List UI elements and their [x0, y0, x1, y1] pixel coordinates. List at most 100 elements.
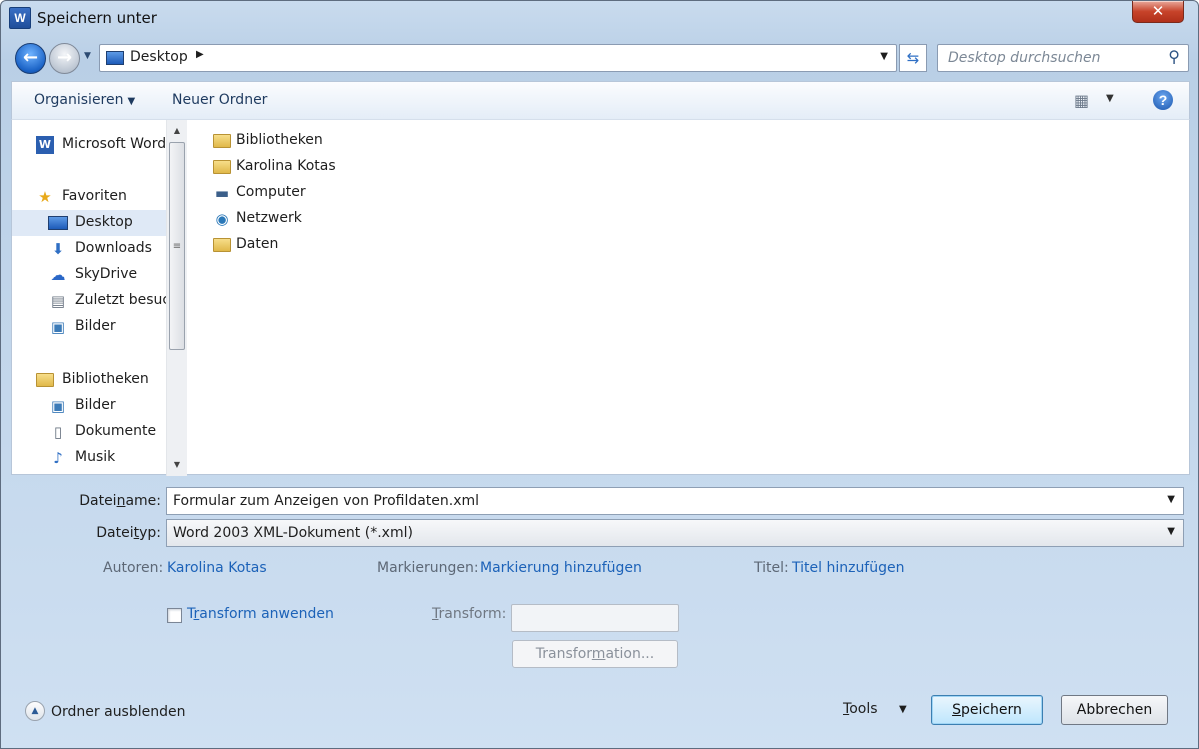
recent-locations-dropdown[interactable]: ▼ — [84, 51, 91, 61]
computer-icon: ▬ — [214, 184, 230, 202]
new-folder-button[interactable]: Neuer Ordner — [172, 92, 267, 108]
chevron-down-icon: ▼ — [127, 96, 136, 107]
address-location[interactable]: Desktop — [130, 49, 188, 65]
help-icon[interactable]: ? — [1153, 90, 1173, 110]
save-button[interactable]: Speichern — [931, 695, 1043, 725]
nav-item-label: Desktop — [75, 214, 133, 230]
nav-scrollbar[interactable]: ▲ ≡ ▼ — [166, 120, 187, 476]
filetype-value[interactable]: Word 2003 XML-Dokument (*.xml) — [173, 525, 413, 541]
nav-item-label: Musik — [75, 449, 116, 465]
nav-item-label: Bilder — [75, 397, 116, 413]
view-options-icon[interactable]: ▦ — [1074, 91, 1089, 110]
address-bar[interactable]: Desktop ▶ ▼ — [99, 44, 897, 72]
file-item-label: Daten — [236, 236, 279, 252]
scroll-down-icon[interactable]: ▼ — [167, 456, 187, 474]
hide-folders-button[interactable]: Ordner ausblenden — [51, 704, 186, 720]
tags-label: Markierungen: — [377, 560, 479, 576]
close-button[interactable]: ✕ — [1132, 1, 1184, 23]
desktop-icon — [48, 216, 68, 230]
chevron-down-icon[interactable]: ▼ — [1167, 494, 1175, 505]
nav-item-label: Bibliotheken — [62, 371, 149, 387]
downloads-icon: ⬇ — [51, 240, 65, 258]
title-label: Titel: — [754, 560, 789, 576]
nav-item-music[interactable]: ♪ Musik — [12, 445, 168, 471]
word-app-icon: W — [9, 7, 31, 29]
window-title: Speichern unter — [37, 9, 157, 27]
transform-input[interactable] — [511, 604, 679, 632]
star-icon: ★ — [38, 188, 52, 206]
title-bar: W Speichern unter ✕ — [1, 1, 1198, 37]
content-area: W Microsoft Word ★ Favoriten Desktop ⬇ D… — [11, 119, 1190, 476]
filename-value[interactable]: Formular zum Anzeigen von Profildaten.xm… — [173, 493, 479, 509]
tools-dropdown-icon[interactable]: ▼ — [899, 704, 907, 715]
search-placeholder: Desktop durchsuchen — [948, 50, 1101, 66]
nav-item-downloads[interactable]: ⬇ Downloads — [12, 236, 168, 262]
transformation-button[interactable]: Transformation... — [512, 640, 678, 668]
refresh-button[interactable]: ⇆ — [899, 44, 927, 72]
authors-label: Autoren: — [103, 560, 164, 576]
command-bar: Organisieren ▼ Neuer Ordner ▦ ▼ ? — [11, 81, 1190, 119]
filetype-select[interactable]: Word 2003 XML-Dokument (*.xml) ▼ — [166, 519, 1184, 547]
libraries-icon — [212, 132, 232, 150]
nav-item-label: Downloads — [75, 240, 152, 256]
nav-item-libraries[interactable]: Bibliotheken — [12, 367, 168, 393]
collapse-up-icon[interactable]: ▲ — [25, 701, 45, 721]
apply-transform-checkbox[interactable] — [167, 608, 182, 623]
nav-item-recent[interactable]: ▤ Zuletzt besucht — [12, 288, 168, 314]
nav-item-skydrive[interactable]: ☁ SkyDrive — [12, 262, 168, 288]
organize-label: Organisieren — [34, 92, 124, 108]
network-icon: ◉ — [215, 210, 229, 228]
title-link[interactable]: Titel hinzufügen — [792, 560, 905, 576]
word-icon: W — [36, 136, 54, 154]
filename-label: Dateiname: — [79, 493, 161, 509]
back-button[interactable]: ← — [15, 43, 46, 74]
nav-item-label: Favoriten — [62, 188, 127, 204]
nav-item-label: Microsoft Word — [62, 136, 167, 152]
chevron-down-icon[interactable]: ▼ — [1167, 526, 1175, 537]
libraries-icon — [36, 371, 54, 389]
address-dropdown-icon[interactable]: ▼ — [880, 51, 888, 62]
cloud-icon: ☁ — [50, 266, 66, 284]
nav-item-library-pictures[interactable]: ▣ Bilder — [12, 393, 168, 419]
nav-item-documents[interactable]: ▯ Dokumente — [12, 419, 168, 445]
nav-item-label: Dokumente — [75, 423, 157, 439]
nav-item-microsoft-word[interactable]: W Microsoft Word — [12, 132, 168, 158]
tags-link[interactable]: Markierung hinzufügen — [480, 560, 642, 576]
nav-item-label: Bilder — [75, 318, 116, 334]
user-folder-icon — [212, 158, 232, 176]
file-item-label: Bibliotheken — [236, 132, 323, 148]
nav-item-label: Zuletzt besucht — [75, 292, 168, 308]
nav-item-label: SkyDrive — [75, 266, 138, 282]
folder-icon — [212, 236, 232, 254]
desktop-icon — [106, 51, 124, 65]
search-icon[interactable]: ⚲ — [1168, 47, 1180, 66]
apply-transform-label[interactable]: Transform anwenden — [187, 606, 334, 622]
music-icon: ♪ — [53, 449, 63, 467]
file-item-label: Karolina Kotas — [236, 158, 336, 174]
transform-label: Transform: — [432, 606, 507, 622]
scroll-thumb[interactable]: ≡ — [169, 142, 185, 350]
authors-link[interactable]: Karolina Kotas — [167, 560, 267, 576]
pictures-icon: ▣ — [50, 318, 66, 336]
recent-places-icon: ▤ — [50, 292, 66, 310]
cancel-button[interactable]: Abbrechen — [1061, 695, 1168, 725]
save-as-dialog: W Speichern unter ✕ ← → ▼ Desktop ▶ ▼ ⇆ … — [0, 0, 1199, 749]
scroll-up-icon[interactable]: ▲ — [167, 122, 187, 140]
file-item-label: Netzwerk — [236, 210, 302, 226]
filename-field[interactable]: Formular zum Anzeigen von Profildaten.xm… — [166, 487, 1184, 515]
forward-button[interactable]: → — [49, 43, 80, 74]
breadcrumb-arrow-icon[interactable]: ▶ — [196, 49, 204, 60]
pictures-icon: ▣ — [50, 397, 66, 415]
file-item-label: Computer — [236, 184, 306, 200]
nav-item-desktop[interactable]: Desktop — [12, 210, 168, 236]
nav-item-favorites[interactable]: ★ Favoriten — [12, 184, 168, 210]
file-list: Bibliotheken Karolina Kotas ▬ Computer ◉… — [188, 120, 1189, 474]
tools-button[interactable]: Tools — [843, 701, 878, 717]
filetype-label: Dateityp: — [96, 525, 161, 541]
navigation-pane: W Microsoft Word ★ Favoriten Desktop ⬇ D… — [12, 120, 168, 474]
organize-button[interactable]: Organisieren ▼ — [34, 92, 135, 108]
documents-icon: ▯ — [53, 423, 63, 441]
nav-item-pictures[interactable]: ▣ Bilder — [12, 314, 168, 340]
view-dropdown-icon[interactable]: ▼ — [1106, 93, 1114, 104]
search-input[interactable]: Desktop durchsuchen ⚲ — [937, 44, 1189, 72]
